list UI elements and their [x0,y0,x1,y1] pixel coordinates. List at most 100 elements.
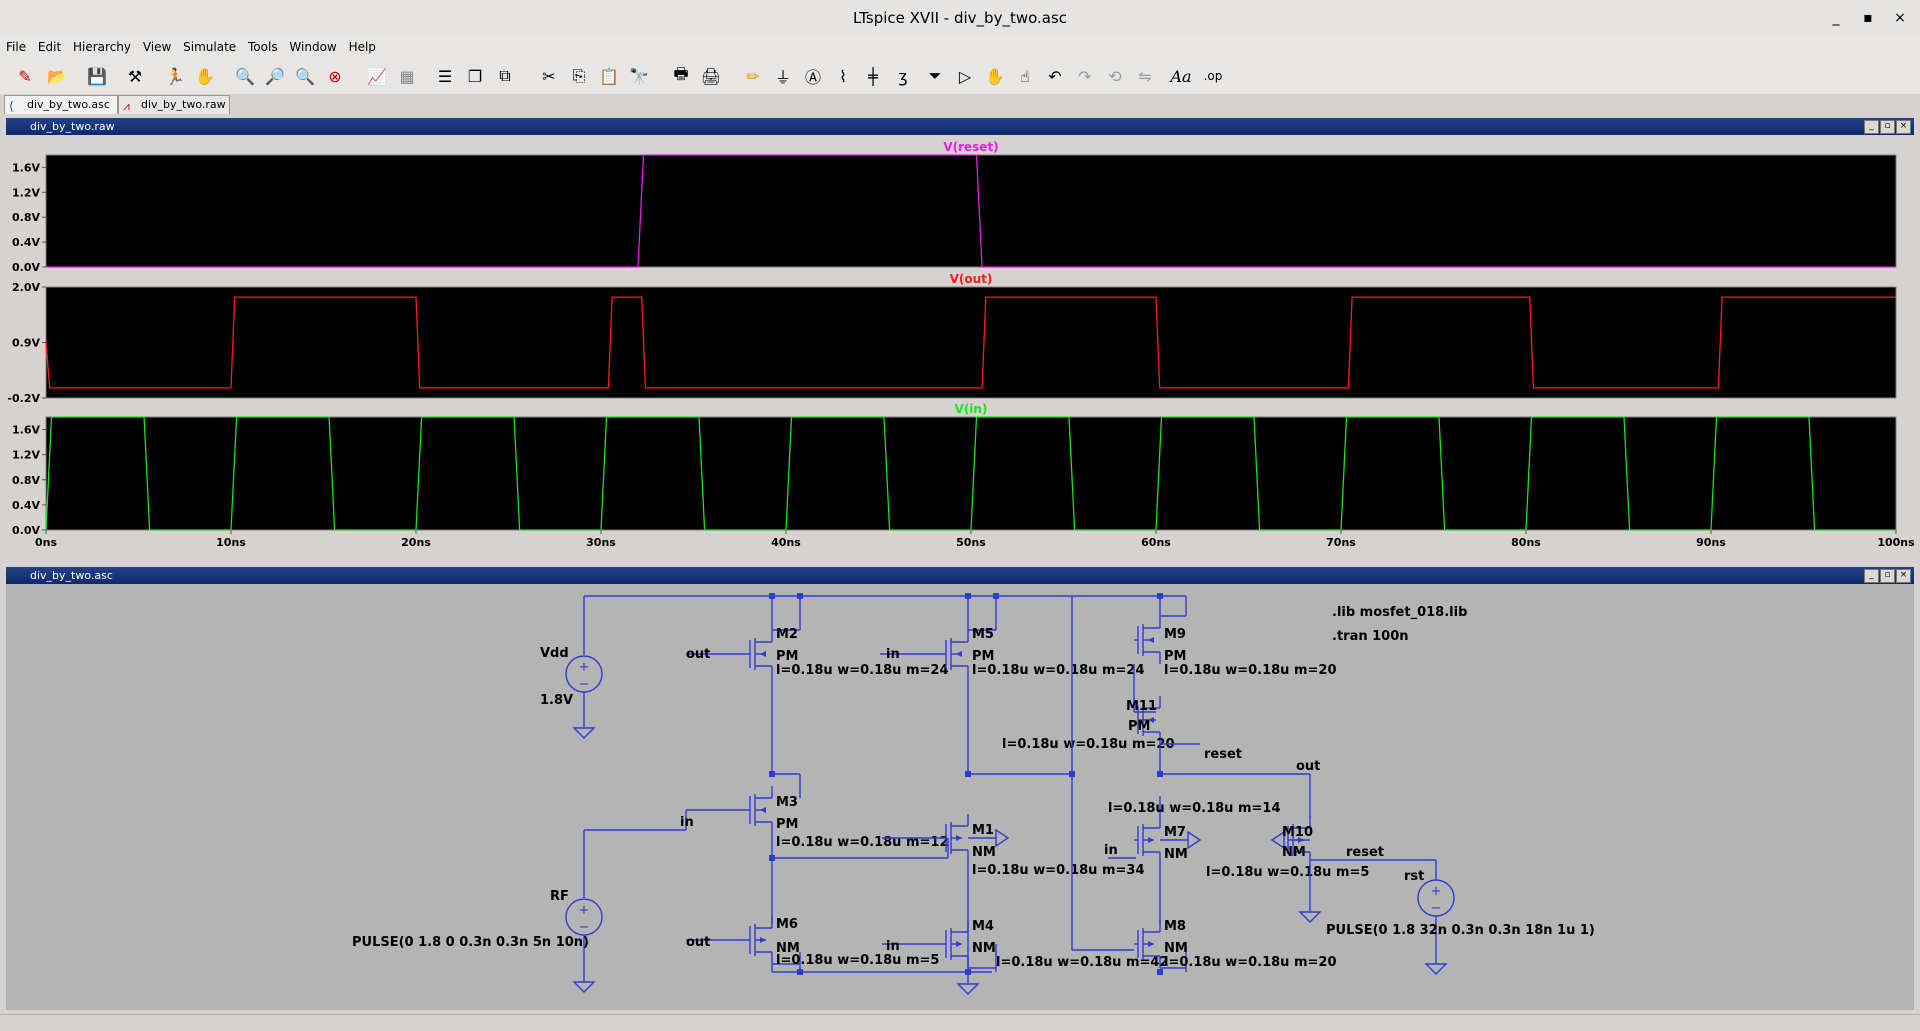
y-tick-label: -0.2V [7,392,40,405]
transistor-model: PM [776,649,798,664]
transistor-model: PM [1128,719,1150,734]
y-tick-label: 2.0V [12,281,40,294]
pane-restore-button[interactable]: ▫ [1880,569,1895,583]
find-icon[interactable]: 🔭 [626,63,652,89]
y-tick-label: 1.6V [12,161,40,174]
vdd-name: Vdd [540,646,569,661]
net-label-in: in [886,939,900,954]
draw-wire-icon[interactable]: ✏ [740,63,766,89]
menu-view[interactable]: View [143,36,171,58]
menu-hierarchy[interactable]: Hierarchy [73,36,131,58]
pane-close-button[interactable]: × [1896,120,1911,134]
transistor-model: NM [1164,941,1188,956]
waveform-pane-titlebar: div_by_two.raw _ ▫ × [6,118,1914,135]
plot-area [45,416,1897,531]
halt-icon[interactable]: ✋ [192,63,218,89]
ground-icon[interactable]: ⏚ [770,63,796,89]
paste-icon[interactable]: 📋 [596,63,622,89]
print-icon[interactable]: 🖶 [668,63,694,89]
cascade-icon[interactable]: ❐ [462,63,488,89]
tab-schematic[interactable]: ⟨ div_by_two.asc [4,95,118,114]
net-label-out: out [686,935,710,950]
drag-icon[interactable]: ☝ [1012,63,1038,89]
diode-icon[interactable]: ⏷ [922,63,948,89]
menu-file[interactable]: File [6,36,26,58]
pane-restore-button[interactable]: ▫ [1880,120,1895,134]
transistor-params: l=0.18u w=0.18u m=5 [1206,865,1369,880]
menu-simulate[interactable]: Simulate [183,36,236,58]
tab-waveform[interactable]: ⩘ div_by_two.raw [118,95,230,114]
minimize-button[interactable]: _ [1826,8,1846,28]
pane-close-button[interactable]: × [1896,569,1911,583]
control-panel-icon[interactable]: ⚒ [122,63,148,89]
move-icon[interactable]: ✋ [982,63,1008,89]
label-net-icon[interactable]: Ⓐ [800,63,826,89]
tile-horizontal-icon[interactable]: ☰ [432,63,458,89]
open-folder-icon[interactable]: 📂 [44,63,70,89]
schematic-icon: ⟨ [9,99,14,113]
spice-directive-lib: .lib mosfet_018.lib [1332,605,1467,620]
print-preview-icon[interactable]: 🖨 [698,63,724,89]
new-schematic-icon[interactable]: ✎ [12,63,38,89]
menu-window[interactable]: Window [289,36,336,58]
menu-bar: File Edit Hierarchy View Simulate Tools … [0,36,1920,58]
plot-trace-title[interactable]: V(reset) [943,140,998,154]
menu-help[interactable]: Help [349,36,376,58]
pane-minimize-button[interactable]: _ [1864,569,1879,583]
zoom-in-icon[interactable]: 🔍 [232,63,258,89]
spice-directive-icon[interactable]: .op [1200,63,1226,89]
plot-area [45,286,1897,399]
capacitor-icon[interactable]: ╪ [860,63,886,89]
resistor-icon[interactable]: ⌇ [830,63,856,89]
transistor-params: l=0.18u w=0.18u m=5 [776,953,939,968]
run-icon[interactable]: 🏃 [162,63,188,89]
net-label-reset: reset [1346,845,1384,860]
inductor-icon[interactable]: ʒ [890,63,916,89]
x-tick-label: 100ns [1877,536,1914,549]
save-icon[interactable]: 💾 [84,63,110,89]
x-tick-label: 30ns [586,536,616,549]
redo-icon[interactable]: ↷ [1072,63,1098,89]
transistor-ref: M5 [972,627,994,642]
undo-icon[interactable]: ↶ [1042,63,1068,89]
text-icon[interactable]: Aa [1168,63,1194,89]
cut-icon[interactable]: ✂ [536,63,562,89]
net-label-reset: reset [1204,747,1242,762]
junction-dot [1157,593,1163,599]
transistor-ref: M2 [776,627,798,642]
transistor-ref: M7 [1164,825,1186,840]
transistor-model: PM [776,817,798,832]
transistor-ref: M11 [1126,699,1157,714]
rotate-icon[interactable]: ⟲ [1102,63,1128,89]
x-tick-label: 0ns [35,536,57,549]
grid-icon[interactable]: ▦ [394,63,420,89]
document-tabs: ⟨ div_by_two.asc ⩘ div_by_two.raw [0,94,1920,114]
title-bar: LTspice XVII - div_by_two.asc _ ▪ × [0,0,1920,37]
copy-icon[interactable]: ⎘ [566,63,592,89]
minus-sign: − [1431,901,1442,916]
tile-vertical-icon[interactable]: ⧉ [492,63,518,89]
transistor-params: l=0.18u w=0.18u m=24 [776,663,949,678]
menu-edit[interactable]: Edit [38,36,61,58]
y-tick-label: 0.4V [12,499,40,512]
plot-trace-title[interactable]: V(in) [955,402,988,416]
menu-tools[interactable]: Tools [248,36,278,58]
y-tick-label: 0.9V [12,337,40,350]
close-button[interactable]: × [1890,8,1910,28]
waveform-viewer[interactable]: V(reset) 1.6V 1.2V 0.8V 0.4V 0.0V V(out) 2.0V 0.… [6,135,1914,560]
maximize-button[interactable]: ▪ [1858,8,1878,28]
transistor-ref: M10 [1282,825,1313,840]
zoom-out-icon[interactable]: 🔍 [292,63,318,89]
schematic-editor[interactable]: +−Vdd1.8VM2PMl=0.18u w=0.18u m=24outM3PM… [6,584,1914,1010]
x-tick-label: 90ns [1696,536,1726,549]
zoom-fit-icon[interactable]: ⊗ [322,63,348,89]
mirror-icon[interactable]: ⇋ [1132,63,1158,89]
plot-trace-title[interactable]: V(out) [950,272,993,286]
transistor-params: l=0.18u w=0.18u m=20 [1164,955,1337,970]
zoom-pan-icon[interactable]: 🔎 [262,63,288,89]
y-tick-label: 1.6V [12,424,40,437]
x-tick-label: 70ns [1326,536,1356,549]
autorange-icon[interactable]: 📈 [364,63,390,89]
component-icon[interactable]: ▷ [952,63,978,89]
pane-minimize-button[interactable]: _ [1864,120,1879,134]
